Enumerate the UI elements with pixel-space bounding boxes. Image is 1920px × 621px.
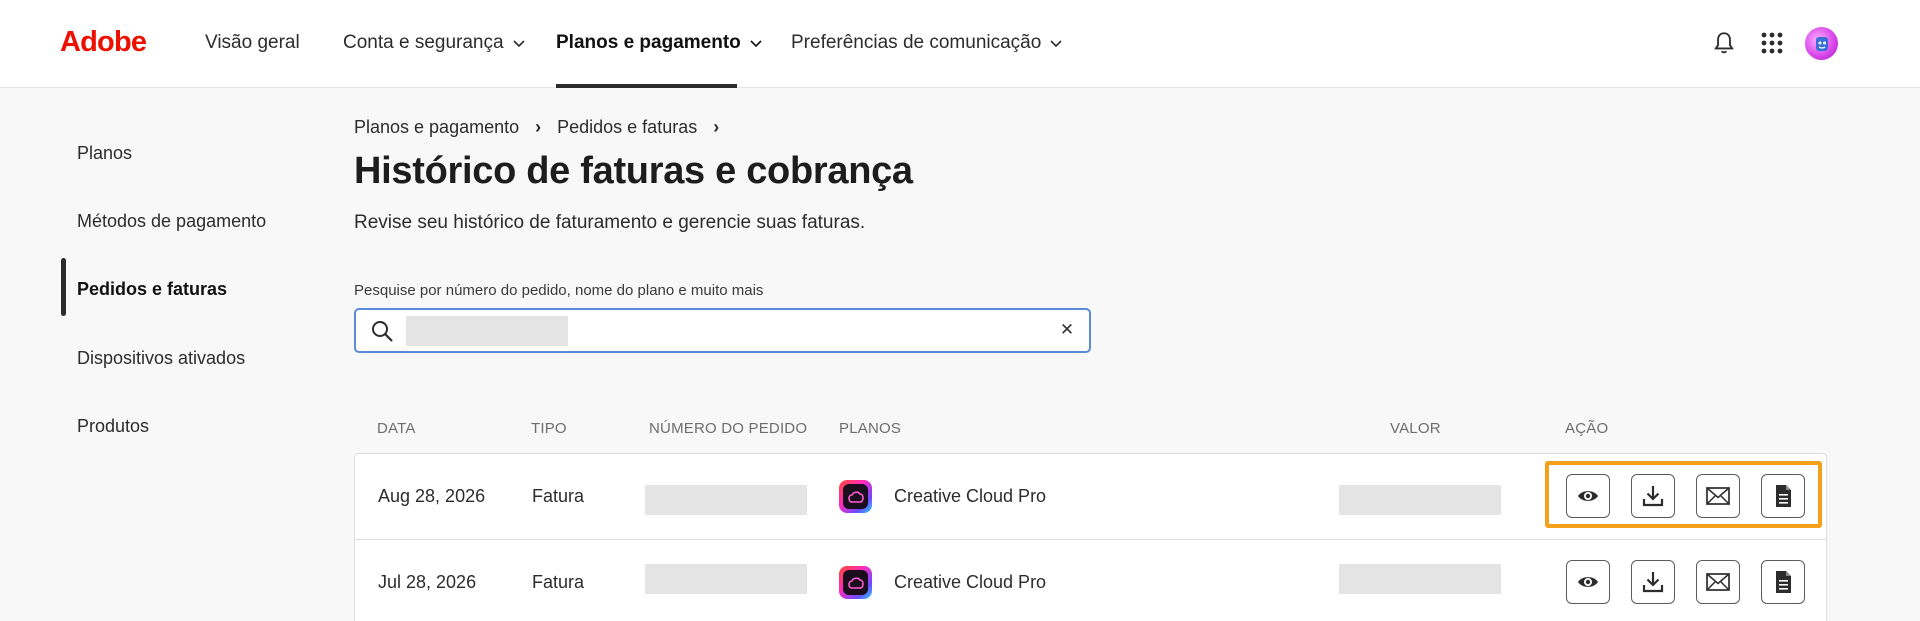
nav-item-label: Visão geral — [205, 32, 300, 53]
table-row: Aug 28, 2026 Fatura Creative Cloud Pro — [355, 454, 1826, 539]
row-type: Fatura — [532, 486, 585, 506]
invoices-table: Aug 28, 2026 Fatura Creative Cloud Pro J… — [354, 453, 1827, 621]
sidebar-item-metodos-pagamento[interactable]: Métodos de pagamento — [77, 211, 266, 232]
eye-icon — [1578, 491, 1598, 501]
column-header-valor: VALOR — [1390, 420, 1441, 437]
email-invoice-button[interactable] — [1696, 560, 1740, 604]
nav-item-conta-seguranca[interactable]: Conta e segurança — [343, 32, 526, 54]
view-invoice-button[interactable] — [1566, 560, 1610, 604]
creative-cloud-icon — [839, 480, 872, 513]
download-invoice-button[interactable] — [1631, 474, 1675, 518]
sidebar-item-dispositivos[interactable]: Dispositivos ativados — [77, 348, 245, 369]
row-date: Jul 28, 2026 — [378, 572, 477, 592]
document-invoice-button[interactable] — [1761, 474, 1805, 518]
redacted-amount — [1339, 485, 1501, 515]
breadcrumb-item[interactable]: Planos e pagamento — [354, 117, 519, 138]
chevron-right-icon: › — [713, 117, 720, 137]
document-icon — [1776, 571, 1791, 593]
search-label: Pesquise por número do pedido, nome do p… — [354, 282, 764, 299]
page-description: Revise seu histórico de faturamento e ge… — [354, 212, 866, 233]
nav-item-visao-geral[interactable]: Visão geral — [205, 32, 300, 54]
email-icon — [1706, 487, 1730, 505]
column-header-tipo: TIPO — [531, 420, 567, 437]
chevron-right-icon: › — [535, 117, 542, 137]
chevron-down-icon — [750, 40, 762, 48]
redacted-order-number — [645, 564, 807, 594]
chevron-down-icon — [512, 40, 525, 48]
search-input[interactable] — [576, 316, 1036, 346]
download-icon — [1642, 486, 1664, 507]
eye-icon — [1578, 577, 1598, 587]
breadcrumb: Planos e pagamento › Pedidos e faturas › — [354, 117, 735, 138]
sidebar-active-indicator — [61, 258, 66, 316]
column-header-planos: PLANOS — [839, 420, 902, 437]
user-face-icon — [1815, 36, 1828, 51]
nav-item-preferencias[interactable]: Preferências de comunicação — [791, 32, 1063, 54]
document-invoice-button[interactable] — [1761, 560, 1805, 604]
redacted-search-text — [406, 316, 568, 346]
nav-item-label: Conta e segurança — [343, 32, 504, 53]
apps-grid-icon[interactable] — [1757, 28, 1787, 58]
adobe-logo[interactable]: Adobe — [60, 26, 147, 59]
page-title: Histórico de faturas e cobrança — [354, 150, 913, 192]
sidebar-item-produtos[interactable]: Produtos — [77, 416, 149, 437]
active-nav-indicator — [556, 84, 737, 88]
document-icon — [1776, 485, 1791, 507]
sidebar-item-planos[interactable]: Planos — [77, 143, 132, 164]
email-invoice-button[interactable] — [1696, 474, 1740, 518]
row-plan: Creative Cloud Pro — [894, 572, 1047, 592]
column-header-acao: AÇÃO — [1565, 420, 1609, 437]
bell-icon[interactable] — [1709, 28, 1739, 58]
close-icon[interactable]: ✕ — [1057, 320, 1077, 340]
row-type: Fatura — [532, 572, 585, 592]
row-plan: Creative Cloud Pro — [894, 486, 1047, 506]
creative-cloud-icon — [839, 566, 872, 599]
sidebar-item-pedidos-faturas[interactable]: Pedidos e faturas — [77, 279, 227, 300]
search-icon — [372, 321, 393, 342]
breadcrumb-item[interactable]: Pedidos e faturas — [557, 117, 697, 138]
avatar[interactable] — [1805, 27, 1838, 60]
search-field[interactable]: ✕ — [354, 308, 1091, 353]
nav-item-planos-pagamento[interactable]: Planos e pagamento — [556, 32, 763, 54]
row-date: Aug 28, 2026 — [378, 486, 486, 506]
top-navigation: Adobe Visão geral Conta e segurança Plan… — [0, 0, 1920, 88]
nav-item-label: Planos e pagamento — [556, 32, 741, 53]
chevron-down-icon — [1050, 40, 1062, 48]
redacted-amount — [1339, 564, 1501, 594]
redacted-order-number — [645, 485, 807, 515]
download-invoice-button[interactable] — [1631, 560, 1675, 604]
view-invoice-button[interactable] — [1566, 474, 1610, 518]
table-row: Jul 28, 2026 Fatura Creative Cloud Pro — [355, 539, 1826, 621]
download-icon — [1642, 572, 1664, 593]
column-header-data: DATA — [377, 420, 416, 437]
email-icon — [1706, 573, 1730, 591]
nav-item-label: Preferências de comunicação — [791, 32, 1042, 53]
column-header-numero-pedido: NÚMERO DO PEDIDO — [649, 420, 808, 437]
